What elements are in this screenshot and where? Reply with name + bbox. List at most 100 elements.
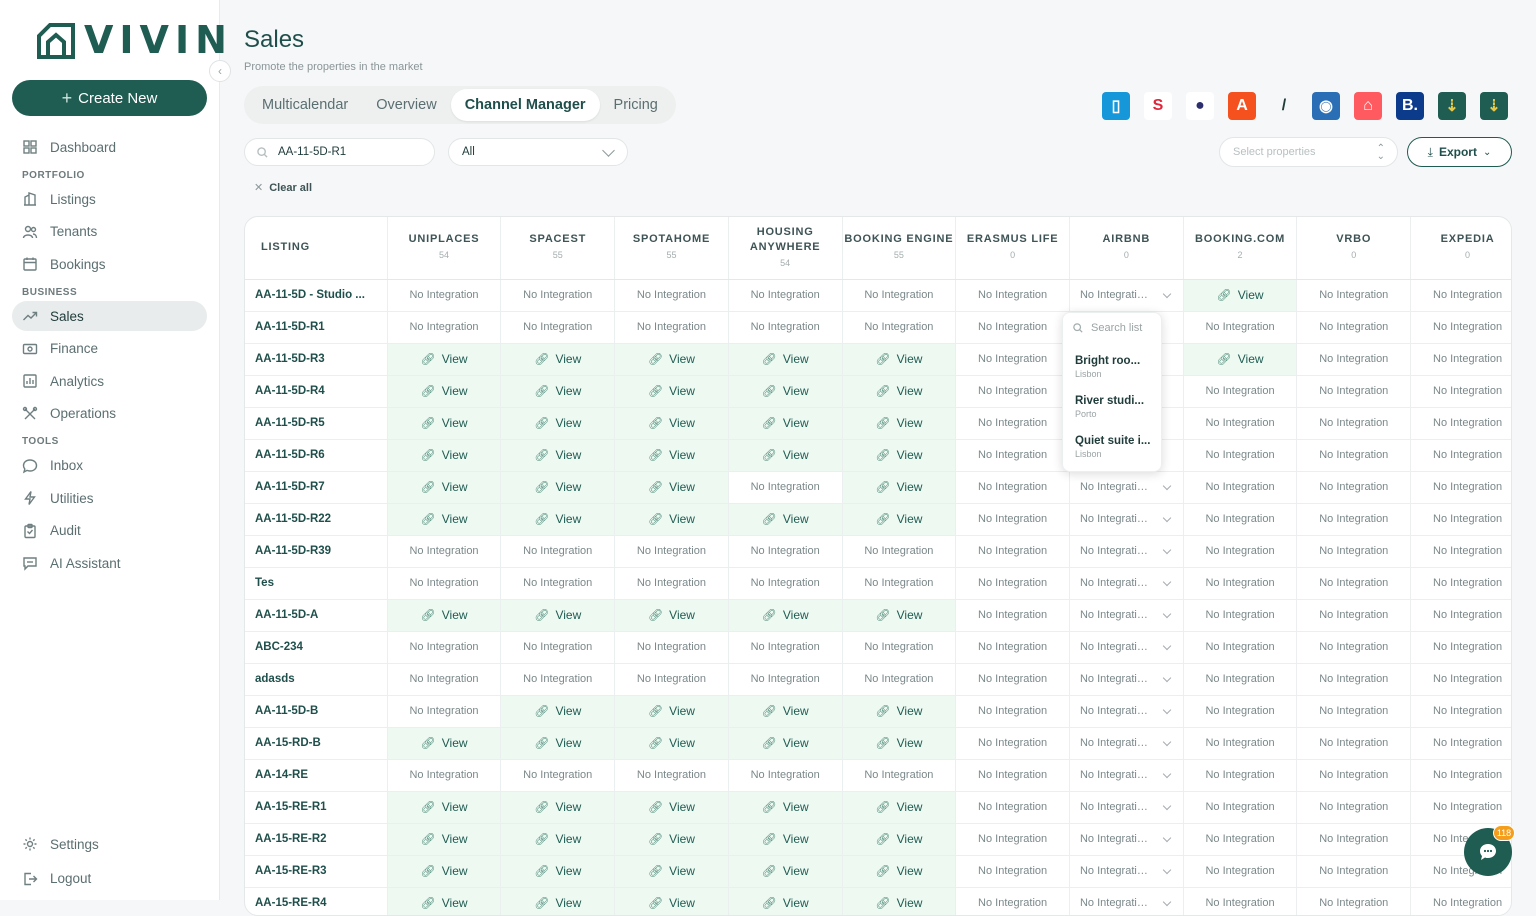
listing-name[interactable]: Tes — [245, 567, 388, 600]
listing-name[interactable]: AA-11-5D-R39 — [245, 535, 388, 568]
booking-com-logo[interactable]: B. — [1396, 92, 1424, 120]
tab-pricing[interactable]: Pricing — [600, 89, 672, 121]
listing-name[interactable]: AA-11-5D-R1 — [245, 311, 388, 344]
view-integration-link[interactable]: 🔗︎ View — [500, 791, 616, 824]
airbnb-listing-select[interactable]: No Integrati… — [1069, 599, 1184, 632]
view-integration-link[interactable]: 🔗︎ View — [614, 439, 729, 472]
airbnb-listing-select[interactable]: No Integrati… — [1069, 727, 1184, 760]
airbnb-listing-select[interactable]: No Integrati… — [1069, 567, 1184, 600]
view-integration-link[interactable]: 🔗︎ View — [614, 823, 729, 856]
sidebar-item-logout[interactable]: Logout — [12, 863, 207, 895]
spacest-logo[interactable]: S — [1144, 92, 1172, 120]
view-integration-link[interactable]: 🔗︎ View — [842, 855, 957, 888]
view-integration-link[interactable]: 🔗︎ View — [614, 727, 729, 760]
spotahome-logo[interactable]: ● — [1186, 92, 1214, 120]
listing-name[interactable]: AA-15-RE-R4 — [245, 887, 388, 915]
view-integration-link[interactable]: 🔗︎ View — [387, 471, 502, 504]
airbnb-listing-select[interactable]: No Integrati… — [1069, 695, 1184, 728]
listing-name[interactable]: AA-11-5D-R3 — [245, 343, 388, 376]
channel-filter-select[interactable]: All — [448, 138, 628, 166]
tab-overview[interactable]: Overview — [362, 89, 450, 121]
view-integration-link[interactable]: 🔗︎ View — [387, 343, 502, 376]
view-integration-link[interactable]: 🔗︎ View — [728, 503, 843, 536]
view-integration-link[interactable]: 🔗︎ View — [614, 695, 729, 728]
airbnb-listing-select[interactable]: No Integrati… — [1069, 855, 1184, 888]
sidebar-item-sales[interactable]: Sales — [12, 301, 207, 331]
listing-name[interactable]: AA-11-5D-A — [245, 599, 388, 632]
view-integration-link[interactable]: 🔗︎ View — [728, 855, 843, 888]
view-integration-link[interactable]: 🔗︎ View — [614, 375, 729, 408]
view-integration-link[interactable]: 🔗︎ View — [842, 471, 957, 504]
view-integration-link[interactable]: 🔗︎ View — [387, 887, 502, 915]
clear-all-button[interactable]: ✕ Clear all — [254, 181, 312, 195]
view-integration-link[interactable]: 🔗︎ View — [500, 823, 616, 856]
brand-logo[interactable]: VIVIN — [36, 20, 233, 60]
view-integration-link[interactable]: 🔗︎ View — [387, 727, 502, 760]
view-integration-link[interactable]: 🔗︎ View — [387, 407, 502, 440]
view-integration-link[interactable]: 🔗︎ View — [614, 471, 729, 504]
view-integration-link[interactable]: 🔗︎ View — [387, 439, 502, 472]
view-integration-link[interactable]: 🔗︎ View — [842, 727, 957, 760]
view-integration-link[interactable]: 🔗︎ View — [500, 887, 616, 915]
view-integration-link[interactable]: 🔗︎ View — [728, 695, 843, 728]
booking-engine-logo[interactable]: / — [1270, 92, 1298, 120]
view-integration-link[interactable]: 🔗︎ View — [387, 503, 502, 536]
view-integration-link[interactable]: 🔗︎ View — [728, 599, 843, 632]
view-integration-link[interactable]: 🔗︎ View — [842, 887, 957, 915]
view-integration-link[interactable]: 🔗︎ View — [842, 791, 957, 824]
listing-name[interactable]: AA-11-5D-B — [245, 695, 388, 728]
view-integration-link[interactable]: 🔗︎ View — [500, 695, 616, 728]
dropdown-option[interactable]: River studi... Porto — [1075, 395, 1155, 419]
listing-name[interactable]: AA-14-RE — [245, 759, 388, 792]
create-new-button[interactable]: + Create New — [12, 80, 207, 116]
listing-name[interactable]: AA-11-5D-R22 — [245, 503, 388, 536]
airbnb-listing-select[interactable]: No Integrati… — [1069, 823, 1184, 856]
view-integration-link[interactable]: 🔗︎ View — [500, 471, 616, 504]
export-button[interactable]: ⤓ Export ⌄ — [1407, 137, 1512, 167]
view-integration-link[interactable]: 🔗︎ View — [842, 439, 957, 472]
listing-name[interactable]: AA-11-5D-R4 — [245, 375, 388, 408]
view-integration-link[interactable]: 🔗︎ View — [614, 407, 729, 440]
airbnb-logo[interactable]: ⌂ — [1354, 92, 1382, 120]
view-integration-link[interactable]: 🔗︎ View — [728, 727, 843, 760]
view-integration-link[interactable]: 🔗︎ View — [614, 887, 729, 915]
view-integration-link[interactable]: 🔗︎ View — [614, 791, 729, 824]
view-integration-link[interactable]: 🔗︎ View — [728, 375, 843, 408]
airbnb-listing-select[interactable]: No Integrati… — [1069, 663, 1184, 696]
sidebar-item-settings[interactable]: Settings — [12, 828, 207, 860]
view-integration-link[interactable]: 🔗︎ View — [728, 439, 843, 472]
search-input[interactable]: AA-11-5D-R1 — [244, 138, 435, 166]
sidebar-item-tenants[interactable]: Tenants — [12, 217, 207, 247]
view-integration-link[interactable]: 🔗︎ View — [387, 823, 502, 856]
view-integration-link[interactable]: 🔗︎ View — [728, 887, 843, 915]
view-integration-link[interactable]: 🔗︎ View — [614, 343, 729, 376]
sidebar-item-audit[interactable]: Audit — [12, 516, 207, 546]
view-integration-link[interactable]: 🔗︎ View — [500, 855, 616, 888]
expedia-logo[interactable]: ⇣ — [1480, 92, 1508, 120]
airbnb-listing-select[interactable]: No Integrati… — [1069, 503, 1184, 536]
view-integration-link[interactable]: 🔗︎ View — [500, 375, 616, 408]
sidebar-item-finance[interactable]: Finance — [12, 334, 207, 364]
view-integration-link[interactable]: 🔗︎ View — [728, 343, 843, 376]
sidebar-item-analytics[interactable]: Analytics — [12, 366, 207, 396]
erasmus-life-logo[interactable]: ◉ — [1312, 92, 1340, 120]
dropdown-option[interactable]: Quiet suite i... Lisbon — [1075, 435, 1155, 459]
listing-name[interactable]: AA-15-RE-R3 — [245, 855, 388, 888]
sidebar-item-inbox[interactable]: Inbox — [12, 451, 207, 481]
tab-multicalendar[interactable]: Multicalendar — [248, 89, 362, 121]
listing-name[interactable]: AA-11-5D-R7 — [245, 471, 388, 504]
view-integration-link[interactable]: 🔗︎ View — [500, 727, 616, 760]
view-integration-link[interactable]: 🔗︎ View — [500, 439, 616, 472]
airbnb-listing-select[interactable]: No Integrati… — [1069, 791, 1184, 824]
listing-name[interactable]: AA-15-RD-B — [245, 727, 388, 760]
listing-name[interactable]: AA-11-5D-R5 — [245, 407, 388, 440]
sidebar-item-dashboard[interactable]: Dashboard — [12, 132, 207, 162]
airbnb-listing-select[interactable]: No Integrati… — [1069, 887, 1184, 915]
sidebar-item-operations[interactable]: Operations — [12, 399, 207, 429]
airbnb-listing-select[interactable]: No Integrati… — [1069, 279, 1184, 312]
view-integration-link[interactable]: 🔗︎ View — [387, 599, 502, 632]
view-integration-link[interactable]: 🔗︎ View — [842, 823, 957, 856]
dropdown-search-input[interactable]: Search list — [1073, 322, 1142, 334]
view-integration-link[interactable]: 🔗︎ View — [500, 599, 616, 632]
view-integration-link[interactable]: 🔗︎ View — [387, 791, 502, 824]
